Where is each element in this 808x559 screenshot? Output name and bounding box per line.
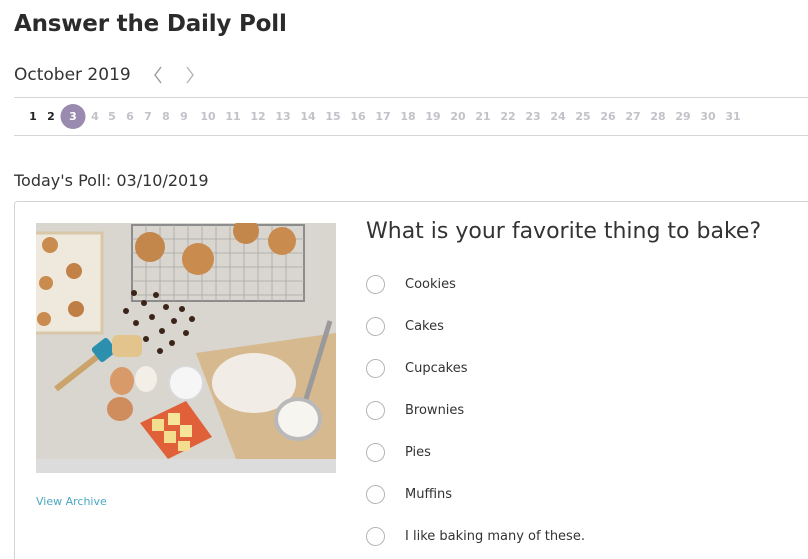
- radio-button[interactable]: [366, 442, 385, 462]
- radio-button[interactable]: [366, 274, 385, 294]
- poll-option[interactable]: Cakes: [366, 315, 806, 337]
- day-27[interactable]: 27: [625, 98, 640, 135]
- day-selector: 1 2 3 4 5 6 7 8 9 10 11 12 13 14 15 16 17 18 19 20 21 22 23 24 2…: [14, 97, 808, 136]
- prev-month-button[interactable]: [151, 65, 165, 85]
- radio-button[interactable]: [366, 400, 385, 420]
- day-2[interactable]: 2: [47, 98, 55, 135]
- day-24[interactable]: 24: [550, 98, 565, 135]
- day-22[interactable]: 22: [500, 98, 515, 135]
- poll-date: Today's Poll: 03/10/2019: [14, 171, 209, 190]
- day-16[interactable]: 16: [350, 98, 365, 135]
- poll-option[interactable]: I like baking many of these.: [366, 525, 806, 547]
- day-11[interactable]: 11: [225, 98, 240, 135]
- day-26[interactable]: 26: [600, 98, 615, 135]
- radio-button[interactable]: [366, 316, 385, 336]
- month-navigator: October 2019: [14, 63, 197, 87]
- day-25[interactable]: 25: [575, 98, 590, 135]
- day-17[interactable]: 17: [375, 98, 390, 135]
- poll-option-label: Pies: [405, 444, 431, 460]
- poll-option-label: Cakes: [405, 318, 444, 334]
- month-label: October 2019: [14, 65, 131, 85]
- chevron-right-icon: [186, 66, 194, 84]
- poll-question: What is your favorite thing to bake?: [366, 219, 762, 244]
- radio-button[interactable]: [366, 526, 385, 546]
- poll-option[interactable]: Brownies: [366, 399, 806, 421]
- poll-option-label: I like baking many of these.: [405, 528, 585, 544]
- poll-image: [36, 223, 336, 473]
- day-12[interactable]: 12: [250, 98, 265, 135]
- day-18[interactable]: 18: [400, 98, 415, 135]
- poll-option[interactable]: Cupcakes: [366, 357, 806, 379]
- radio-button[interactable]: [366, 484, 385, 504]
- day-6[interactable]: 6: [126, 98, 134, 135]
- day-7[interactable]: 7: [144, 98, 152, 135]
- view-archive-link[interactable]: View Archive: [36, 495, 107, 508]
- day-28[interactable]: 28: [650, 98, 665, 135]
- poll-option-label: Brownies: [405, 402, 465, 418]
- poll-option[interactable]: Muffins: [366, 483, 806, 505]
- day-1[interactable]: 1: [29, 98, 37, 135]
- next-month-button[interactable]: [183, 65, 197, 85]
- poll-option[interactable]: Pies: [366, 441, 806, 463]
- chevron-left-icon: [153, 66, 162, 84]
- page-title: Answer the Daily Poll: [14, 11, 287, 37]
- day-21[interactable]: 21: [475, 98, 490, 135]
- day-19[interactable]: 19: [425, 98, 440, 135]
- day-3-selected[interactable]: 3: [60, 104, 86, 129]
- day-23[interactable]: 23: [525, 98, 540, 135]
- day-20[interactable]: 20: [450, 98, 465, 135]
- day-13[interactable]: 13: [275, 98, 290, 135]
- day-31[interactable]: 31: [725, 98, 740, 135]
- poll-option-label: Cookies: [405, 276, 456, 292]
- day-9[interactable]: 9: [180, 98, 188, 135]
- day-15[interactable]: 15: [325, 98, 340, 135]
- poll-option-label: Muffins: [405, 486, 453, 502]
- day-14[interactable]: 14: [300, 98, 315, 135]
- day-4[interactable]: 4: [91, 98, 99, 135]
- poll-option[interactable]: Cookies: [366, 273, 806, 295]
- poll-option-label: Cupcakes: [405, 360, 468, 376]
- day-29[interactable]: 29: [675, 98, 690, 135]
- day-10[interactable]: 10: [200, 98, 215, 135]
- day-30[interactable]: 30: [700, 98, 715, 135]
- day-5[interactable]: 5: [108, 98, 116, 135]
- radio-button[interactable]: [366, 358, 385, 378]
- day-8[interactable]: 8: [162, 98, 170, 135]
